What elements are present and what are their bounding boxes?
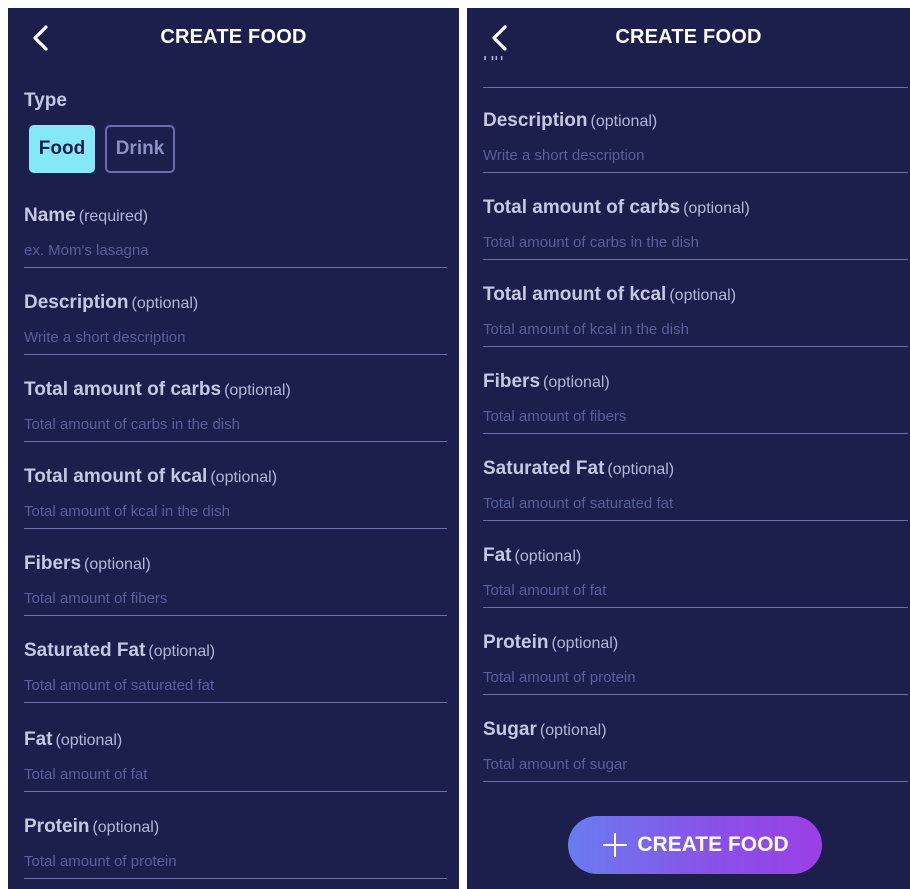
input-underline xyxy=(24,267,447,268)
saturated-fat-field[interactable]: Saturated Fat (optional) Total amount of … xyxy=(483,458,908,540)
field-label: Description xyxy=(483,110,588,131)
input-underline xyxy=(483,433,908,434)
kcal-field[interactable]: Total amount of kcal (optional) Total amo… xyxy=(24,466,447,548)
field-hint: (optional) xyxy=(514,548,582,565)
fat-field[interactable]: Fat (optional) Total amount of fat xyxy=(24,729,447,811)
sugar-input[interactable]: Total amount of sugar xyxy=(483,756,908,773)
name-value: Hh xyxy=(483,56,503,64)
input-underline xyxy=(24,878,447,879)
input-underline xyxy=(483,781,908,782)
field-hint: (optional) xyxy=(92,819,160,836)
type-food-button[interactable]: Food xyxy=(29,125,95,173)
input-underline xyxy=(24,702,447,703)
fat-field[interactable]: Fat (optional) Total amount of fat xyxy=(483,545,908,627)
field-hint: (optional) xyxy=(539,722,607,739)
fibers-input[interactable]: Total amount of fibers xyxy=(24,590,447,607)
field-hint: (optional) xyxy=(84,556,151,573)
field-label: Sugar xyxy=(483,719,537,740)
field-hint: (optional) xyxy=(148,643,216,660)
description-input[interactable]: Write a short description xyxy=(24,329,447,346)
description-input[interactable]: Write a short description xyxy=(483,147,908,164)
input-underline xyxy=(24,528,447,529)
field-hint: (optional) xyxy=(607,461,675,478)
field-label: Total amount of kcal xyxy=(483,284,667,305)
input-underline xyxy=(483,694,908,695)
carbs-field[interactable]: Total amount of carbs (optional) Total am… xyxy=(483,197,908,279)
field-label: Description xyxy=(24,292,129,313)
field-hint: (optional) xyxy=(543,374,610,391)
field-hint: (optional) xyxy=(590,113,658,130)
field-label: Saturated Fat xyxy=(24,640,146,661)
saturated-fat-field[interactable]: Saturated Fat (optional) Total amount of … xyxy=(24,640,447,722)
fibers-field[interactable]: Fibers (optional) Total amount of fibers xyxy=(24,553,447,635)
header: CREATE FOOD xyxy=(8,8,459,68)
input-underline xyxy=(24,615,447,616)
input-underline xyxy=(483,607,908,608)
screen-left: CREATE FOOD Type Food Drink Name (require… xyxy=(8,8,459,889)
input-underline xyxy=(483,346,908,347)
field-label: Total amount of kcal xyxy=(24,466,208,487)
create-food-label: CREATE FOOD xyxy=(637,833,789,856)
input-underline xyxy=(483,87,908,88)
kcal-field[interactable]: Total amount of kcal (optional) Total amo… xyxy=(483,284,908,366)
field-hint: (optional) xyxy=(131,295,199,312)
protein-input[interactable]: Total amount of protein xyxy=(483,669,908,686)
field-label: Total amount of carbs xyxy=(24,379,222,400)
page-title: CREATE FOOD xyxy=(615,26,762,48)
field-hint: (optional) xyxy=(669,287,737,304)
field-label: Protein xyxy=(24,816,90,837)
fibers-field[interactable]: Fibers (optional) Total amount of fibers xyxy=(483,371,908,453)
page-title: CREATE FOOD xyxy=(160,26,307,48)
carbs-field[interactable]: Total amount of carbs (optional) Total am… xyxy=(24,379,447,461)
field-hint: (optional) xyxy=(551,635,619,652)
field-label: Name xyxy=(24,205,76,226)
fat-input[interactable]: Total amount of fat xyxy=(483,582,908,599)
field-hint: (required) xyxy=(78,208,149,225)
fat-input[interactable]: Total amount of fat xyxy=(24,766,447,783)
input-underline xyxy=(483,172,908,173)
field-label: Protein xyxy=(483,632,549,653)
screen-right: CREATE FOOD Hh Description(optional) Wri… xyxy=(467,8,910,889)
field-label: Fat xyxy=(483,545,512,566)
protein-field[interactable]: Protein (optional) Total amount of protei… xyxy=(24,816,447,889)
name-input[interactable]: ex. Mom's lasagna xyxy=(24,242,447,259)
protein-field[interactable]: Protein (optional) Total amount of protei… xyxy=(483,632,908,714)
field-hint: (optional) xyxy=(55,732,123,749)
sugar-field[interactable]: Sugar (optional) Total amount of sugar xyxy=(483,719,908,801)
plus-icon xyxy=(603,833,628,857)
name-field[interactable]: Name (required) ex. Mom's lasagna xyxy=(24,205,447,287)
input-underline xyxy=(24,441,447,442)
create-food-button[interactable]: CREATE FOOD xyxy=(568,816,822,874)
carbs-input[interactable]: Total amount of carbs in the dish xyxy=(24,416,447,433)
field-label: Fibers xyxy=(483,371,541,392)
kcal-input[interactable]: Total amount of kcal in the dish xyxy=(483,321,908,338)
field-hint: (optional) xyxy=(210,469,278,486)
name-input-partial[interactable]: Hh xyxy=(483,56,908,77)
type-drink-button[interactable]: Drink xyxy=(105,125,175,173)
field-label: Saturated Fat xyxy=(483,458,605,479)
kcal-input[interactable]: Total amount of kcal in the dish xyxy=(24,503,447,520)
carbs-input[interactable]: Total amount of carbs in the dish xyxy=(483,234,908,251)
input-underline xyxy=(483,520,908,521)
input-underline xyxy=(24,791,447,792)
fibers-input[interactable]: Total amount of fibers xyxy=(483,408,908,425)
saturated-fat-input[interactable]: Total amount of saturated fat xyxy=(24,677,447,694)
description-field[interactable]: Description (optional) Write a short desc… xyxy=(24,292,447,374)
field-label: Total amount of carbs xyxy=(483,197,681,218)
type-label: Type xyxy=(24,90,67,111)
field-label: Fibers xyxy=(24,553,82,574)
field-hint: (optional) xyxy=(224,382,291,399)
field-hint: (optional) xyxy=(683,200,750,217)
protein-input[interactable]: Total amount of protein xyxy=(24,853,447,870)
field-label: Fat xyxy=(24,729,53,750)
saturated-fat-input[interactable]: Total amount of saturated fat xyxy=(483,495,908,512)
description-field[interactable]: Description (optional) Write a short desc… xyxy=(483,110,908,192)
input-underline xyxy=(483,259,908,260)
input-underline xyxy=(24,354,447,355)
